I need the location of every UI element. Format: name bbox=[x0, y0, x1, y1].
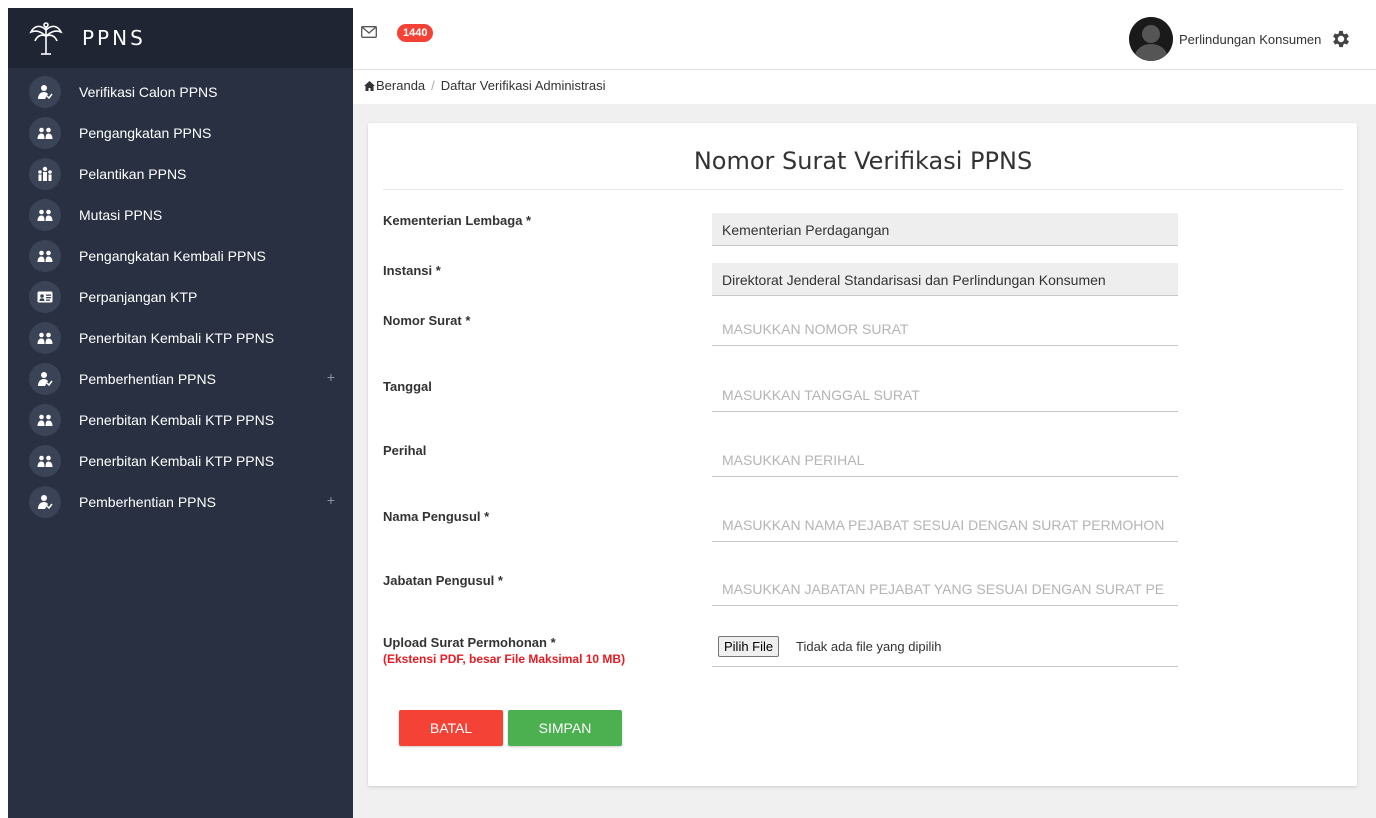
sidebar-item-label: Verifikasi Calon PPNS bbox=[79, 84, 218, 100]
sidebar-item-pelantikan-ppns[interactable]: Pelantikan PPNS bbox=[8, 156, 353, 197]
kementerian-field: Kementerian Perdagangan bbox=[712, 213, 1178, 246]
sidebar-item-pemberhentian-ppns[interactable]: Pemberhentian PPNS + bbox=[8, 361, 353, 402]
sidebar-item-penerbitan-kembali-ktp-ppns-3[interactable]: Penerbitan Kembali KTP PPNS bbox=[8, 443, 353, 484]
sidebar-item-perpanjangan-ktp[interactable]: Perpanjangan KTP bbox=[8, 279, 353, 320]
ppns-logo-icon bbox=[29, 22, 63, 55]
user-avatar-icon bbox=[1129, 17, 1173, 61]
users-icon bbox=[29, 322, 61, 354]
users-icon bbox=[29, 404, 61, 436]
file-upload-field[interactable]: Pilih File Tidak ada file yang dipilih bbox=[712, 635, 1178, 667]
instansi-label: Instansi * bbox=[383, 263, 441, 278]
sidebar-item-label: Pengangkatan Kembali PPNS bbox=[79, 248, 266, 264]
upload-hint: (Ekstensi PDF, besar File Maksimal 10 MB… bbox=[383, 652, 626, 666]
file-status: Tidak ada file yang dipilih bbox=[796, 639, 942, 654]
perihal-input[interactable] bbox=[712, 444, 1178, 477]
avatar[interactable] bbox=[1129, 17, 1173, 61]
nomor-surat-input[interactable] bbox=[712, 313, 1178, 346]
user-check-icon bbox=[29, 486, 61, 518]
nama-pengusul-label: Nama Pengusul * bbox=[383, 509, 490, 524]
sidebar-item-verifikasi-calon-ppns[interactable]: Verifikasi Calon PPNS bbox=[8, 74, 353, 115]
sidebar-item-penerbitan-kembali-ktp-ppns[interactable]: Penerbitan Kembali KTP PPNS bbox=[8, 320, 353, 361]
sidebar-item-mutasi-ppns[interactable]: Mutasi PPNS bbox=[8, 197, 353, 238]
brand-title: PPNS bbox=[82, 26, 146, 50]
upload-label: Upload Surat Permohonan * bbox=[383, 635, 556, 650]
users-icon bbox=[29, 445, 61, 477]
sidebar-item-label: Pelantikan PPNS bbox=[79, 166, 187, 182]
users-icon bbox=[29, 117, 61, 149]
expand-plus-icon[interactable]: + bbox=[327, 492, 335, 508]
sidebar-item-pengangkatan-kembali-ppns[interactable]: Pengangkatan Kembali PPNS bbox=[8, 238, 353, 279]
expand-plus-icon[interactable]: + bbox=[327, 369, 335, 385]
sidebar-item-label: Penerbitan Kembali KTP PPNS bbox=[79, 330, 275, 346]
id-card-icon bbox=[29, 281, 61, 313]
envelope-icon[interactable] bbox=[361, 26, 377, 38]
user-name[interactable]: Perlindungan Konsumen bbox=[1179, 32, 1321, 47]
breadcrumb-separator: / bbox=[431, 78, 435, 93]
save-button[interactable]: SIMPAN bbox=[508, 710, 622, 746]
group-icon bbox=[29, 158, 61, 190]
cancel-button[interactable]: BATAL bbox=[399, 710, 503, 746]
home-icon bbox=[364, 81, 375, 91]
nama-pengusul-input[interactable] bbox=[712, 509, 1178, 542]
main-content: Beranda / Daftar Verifikasi Administrasi N… bbox=[353, 70, 1376, 818]
users-icon bbox=[29, 240, 61, 272]
users-icon bbox=[29, 199, 61, 231]
sidebar: PPNS Verifikasi Calon PPNS Pengangkatan … bbox=[8, 8, 353, 818]
mail-count-badge[interactable]: 1440 bbox=[397, 24, 434, 42]
sidebar-item-label: Penerbitan Kembali KTP PPNS bbox=[79, 453, 275, 469]
sidebar-item-pengangkatan-ppns[interactable]: Pengangkatan PPNS bbox=[8, 115, 353, 156]
jabatan-pengusul-input[interactable] bbox=[712, 573, 1178, 606]
sidebar-item-penerbitan-kembali-ktp-ppns-2[interactable]: Penerbitan Kembali KTP PPNS bbox=[8, 402, 353, 443]
sidebar-item-label: Mutasi PPNS bbox=[79, 207, 163, 223]
sidebar-item-pemberhentian-ppns-2[interactable]: Pemberhentian PPNS + bbox=[8, 484, 353, 525]
breadcrumb: Beranda / Daftar Verifikasi Administrasi bbox=[353, 70, 1376, 104]
user-check-icon bbox=[29, 76, 61, 108]
form-card: Nomor Surat Verifikasi PPNS Kementerian … bbox=[368, 123, 1357, 786]
topbar: 1440 Perlindungan Konsumen bbox=[353, 8, 1376, 70]
sidebar-menu: Verifikasi Calon PPNS Pengangkatan PPNS … bbox=[8, 68, 353, 525]
user-check-icon bbox=[29, 363, 61, 395]
divider bbox=[383, 189, 1343, 190]
tanggal-label: Tanggal bbox=[383, 379, 432, 394]
gear-icon[interactable] bbox=[1330, 28, 1352, 50]
sidebar-item-label: Pemberhentian PPNS bbox=[79, 371, 216, 387]
breadcrumb-home[interactable]: Beranda bbox=[376, 78, 425, 93]
sidebar-item-label: Pemberhentian PPNS bbox=[79, 494, 216, 510]
brand[interactable]: PPNS bbox=[8, 8, 353, 68]
nomor-surat-label: Nomor Surat * bbox=[383, 313, 471, 328]
perihal-label: Perihal bbox=[383, 443, 427, 458]
instansi-field: Direktorat Jenderal Standarisasi dan Per… bbox=[712, 263, 1178, 296]
kementerian-label: Kementerian Lembaga * bbox=[383, 213, 532, 228]
sidebar-item-label: Pengangkatan PPNS bbox=[79, 125, 212, 141]
sidebar-item-label: Perpanjangan KTP bbox=[79, 289, 198, 305]
choose-file-button[interactable]: Pilih File bbox=[718, 636, 780, 657]
tanggal-input[interactable] bbox=[712, 379, 1178, 412]
form-title: Nomor Surat Verifikasi PPNS bbox=[693, 147, 1033, 175]
jabatan-pengusul-label: Jabatan Pengusul * bbox=[383, 573, 503, 588]
sidebar-item-label: Penerbitan Kembali KTP PPNS bbox=[79, 412, 275, 428]
breadcrumb-current: Daftar Verifikasi Administrasi bbox=[440, 78, 606, 93]
